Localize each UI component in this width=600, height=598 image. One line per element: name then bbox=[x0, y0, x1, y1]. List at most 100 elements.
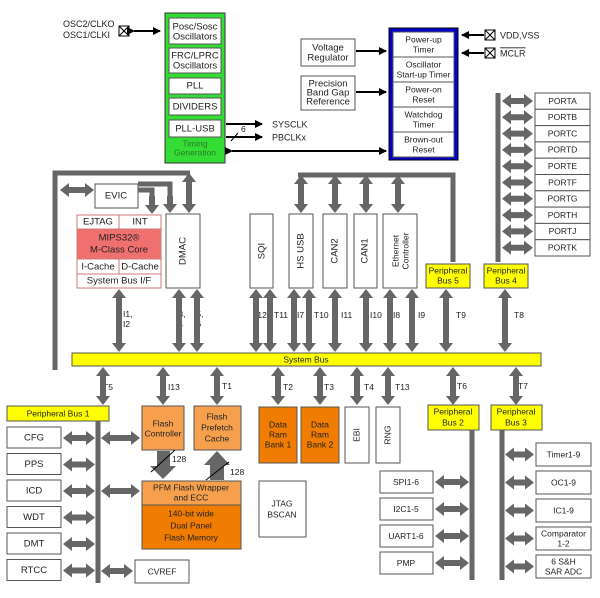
reset-block: Power-upTimerOscillatorStart-up TimerPow… bbox=[388, 27, 459, 161]
system-bus-link bbox=[383, 289, 397, 352]
pb1-item-label: CFG bbox=[24, 433, 44, 444]
pb1-item-label: PPS bbox=[24, 459, 43, 470]
mclr-pin-label: MCLR bbox=[500, 48, 526, 58]
pb2-item-label: SPI1-6 bbox=[393, 477, 419, 487]
port-arrow bbox=[502, 224, 533, 239]
pb3-arrow bbox=[505, 559, 534, 574]
system-bus-link bbox=[381, 367, 395, 405]
link-label: T6 bbox=[457, 381, 467, 391]
pb2-item-label: I2C1-5 bbox=[393, 504, 419, 514]
osc-pin-icon bbox=[118, 25, 130, 37]
port-label: PORTD bbox=[548, 145, 578, 155]
ram1-label: Data bbox=[269, 419, 287, 429]
link-label: I2 bbox=[123, 319, 130, 329]
link-label: T11 bbox=[274, 310, 288, 320]
pb3-arrow bbox=[505, 447, 534, 462]
system-bus-link bbox=[302, 289, 316, 352]
link-label: T10 bbox=[314, 310, 329, 320]
mclr-pin-icon bbox=[484, 47, 496, 59]
ethernet-label-2: Controller bbox=[400, 232, 410, 269]
link-label: I1, bbox=[123, 309, 132, 319]
block-diagram: Posc/Sosc Oscillators FRC/LPRC Oscillato… bbox=[6, 12, 592, 584]
link-label: T7 bbox=[518, 381, 528, 391]
pbclk-label: PBCLKx bbox=[272, 132, 307, 142]
peripheral-bus-5-arrow bbox=[328, 175, 342, 213]
system-bus-link bbox=[439, 289, 453, 352]
sysclk-label: SYSCLK bbox=[272, 119, 308, 129]
pb3-arrow bbox=[505, 503, 534, 518]
port-arrow bbox=[502, 240, 533, 255]
system-bus-label: System Bus bbox=[283, 354, 328, 364]
system-bus-link bbox=[287, 289, 301, 352]
pb1-label: Peripheral Bus 1 bbox=[27, 408, 90, 418]
link-label: T4 bbox=[364, 382, 374, 392]
cvref-arrow bbox=[101, 564, 133, 578]
pb1-arrow bbox=[63, 537, 95, 551]
port-arrow bbox=[502, 94, 533, 108]
system-bus-link bbox=[263, 289, 277, 352]
pb2-label: Peripheral bbox=[434, 406, 473, 416]
link-label: T9 bbox=[456, 310, 466, 320]
ebi-label: EBI bbox=[351, 428, 361, 442]
sysbus-if-label: System Bus I/F bbox=[87, 276, 152, 287]
pb3-arrow bbox=[505, 531, 534, 546]
reset-item-label: Reset bbox=[412, 144, 435, 154]
pb3-item-label: OC1-9 bbox=[551, 477, 576, 487]
ram1-label-2: Ram bbox=[269, 429, 287, 439]
pb3-item-label: Comparator bbox=[541, 528, 586, 538]
mips-label-2: M-Class Core bbox=[90, 245, 148, 256]
flash-controller-arrow bbox=[101, 431, 140, 445]
port-label: PORTJ bbox=[549, 226, 577, 236]
cvref-label: CVREF bbox=[148, 566, 177, 576]
reset-item-label: Timer bbox=[413, 119, 435, 129]
osc2-pin-label: OSC2/CLKO bbox=[63, 19, 115, 29]
system-bus-link bbox=[172, 289, 186, 352]
ethernet-label: Ethernet bbox=[390, 234, 400, 267]
pb4-label: Peripheral bbox=[487, 265, 526, 275]
reset-item-label: Power-on bbox=[405, 84, 442, 94]
link-label: I9 bbox=[418, 310, 425, 320]
port-arrow bbox=[502, 208, 533, 223]
port-arrow bbox=[502, 159, 533, 174]
pb3-item-label: IC1-9 bbox=[553, 505, 574, 515]
port-arrow bbox=[502, 142, 533, 157]
pb1-item-label: WDT bbox=[23, 512, 45, 523]
memory-label-2: Dual Panel bbox=[170, 520, 212, 530]
wrapper-label: PFM Flash Wrapper bbox=[153, 482, 229, 492]
link-label: I7 bbox=[297, 310, 304, 320]
link-label: I8 bbox=[393, 310, 400, 320]
port-label: PORTE bbox=[548, 161, 577, 171]
system-bus-link bbox=[190, 289, 204, 352]
pb2-arrow bbox=[435, 556, 469, 570]
pb3-item-label: 6 S&H bbox=[551, 556, 576, 566]
down-arrow bbox=[145, 196, 159, 214]
int-label: INT bbox=[132, 217, 148, 228]
down-arrow bbox=[163, 196, 177, 213]
pb5-label-2: Bus 5 bbox=[437, 275, 459, 285]
dmac-label: DMAC bbox=[178, 237, 189, 265]
pb5-label: Peripheral bbox=[429, 265, 468, 275]
pb1-item-label: RTCC bbox=[21, 565, 47, 576]
width-label-a: 128 bbox=[172, 454, 186, 464]
memory-label: 140-bit wide bbox=[168, 508, 214, 518]
dcache-label: D-Cache bbox=[121, 262, 159, 273]
hs-usb-label: HS USB bbox=[296, 233, 307, 268]
pb1-item-label: DMT bbox=[24, 539, 45, 550]
ram2-label-2: Ram bbox=[311, 429, 329, 439]
port-label: PORTG bbox=[547, 194, 577, 204]
pb2-arrow bbox=[435, 529, 469, 543]
link-label: T2 bbox=[283, 382, 293, 392]
port-label: PORTK bbox=[548, 242, 577, 252]
ram2-label: Data bbox=[311, 419, 329, 429]
flash-wrapper-arrow bbox=[101, 484, 140, 498]
flash-controller-label-2: Controller bbox=[145, 428, 182, 438]
mips-label: MIPS32® bbox=[99, 233, 140, 244]
pb2-arrow bbox=[435, 475, 469, 489]
prefetch-label: Flash bbox=[207, 411, 228, 421]
pll-usb-label: PLL-USB bbox=[175, 124, 215, 135]
pll-label: PLL bbox=[187, 81, 204, 92]
reset-item-label: Brown-out bbox=[404, 134, 443, 144]
pb3-item-label: 1-2 bbox=[557, 538, 570, 548]
width-label-b: 128 bbox=[230, 467, 244, 477]
bandgap-label-3: Reference bbox=[306, 97, 350, 108]
